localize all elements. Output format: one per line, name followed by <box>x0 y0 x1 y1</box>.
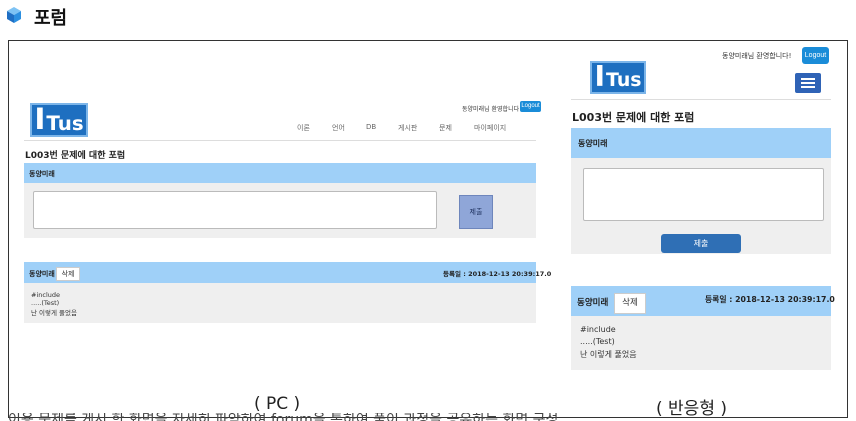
pc-comment-date: 등록일 : 2018-12-13 20:39:17.0 <box>443 270 552 278</box>
pc-comment-textarea[interactable] <box>33 191 437 229</box>
nav-item-db[interactable]: DB <box>366 123 376 131</box>
pc-submit-button[interactable]: 제출 <box>459 195 493 229</box>
mobile-logo-letter: I <box>594 60 606 94</box>
pc-comment-line-2: .....(Test) <box>31 299 60 307</box>
footer-text-partial: 이용 문제를 게시 한 화면을 자세히 파악하여 forum을 통하여 풀이 과… <box>8 413 559 421</box>
pc-comment-line-1: #include <box>31 291 60 299</box>
pc-logo-text: Tus <box>46 111 84 135</box>
nav-item-theory[interactable]: 이론 <box>297 123 310 133</box>
pc-comment-body <box>24 283 536 323</box>
pc-comment-line-3: 난 이렇게 풀었음 <box>31 309 77 317</box>
pc-author-header: 동양미래 <box>24 163 536 183</box>
mobile-comment-line-1: #include <box>580 325 616 334</box>
mobile-logo-text: Tus <box>606 69 642 92</box>
mobile-comment-date: 등록일 : 2018-12-13 20:39:17.0 <box>705 295 835 304</box>
mobile-comment-author: 동양미래 <box>577 298 609 308</box>
mobile-welcome-text: 동양미래님 환영합니다! <box>722 52 792 60</box>
mobile-post-title: L003번 문제에 대한 포럼 <box>572 111 695 124</box>
mobile-logout-button[interactable]: Logout <box>802 47 829 64</box>
pc-logout-button[interactable]: Logout <box>520 101 541 112</box>
pc-comment-author: 동양미래 <box>29 270 55 278</box>
mobile-comment-line-2: .....(Test) <box>580 337 615 346</box>
nav-item-problem[interactable]: 문제 <box>439 123 452 133</box>
mobile-author-header: 동양미래 <box>571 128 831 158</box>
pc-caption: ( PC ) <box>254 394 301 414</box>
mobile-divider <box>571 99 831 100</box>
pc-post-title: L003번 문제에 대한 포럼 <box>25 151 126 161</box>
pc-logo-letter: I <box>34 102 46 138</box>
pc-logo[interactable]: I Tus <box>30 103 88 137</box>
mobile-submit-button[interactable]: 제출 <box>661 234 741 253</box>
pc-author-name: 동양미래 <box>29 170 55 178</box>
pc-welcome-text: 동양미래님 환영합니다 <box>462 106 520 113</box>
mobile-comment-textarea[interactable] <box>583 168 824 221</box>
nav-item-board[interactable]: 게시판 <box>398 123 417 133</box>
mobile-author-name: 동양미래 <box>578 139 608 148</box>
hamburger-icon[interactable] <box>795 73 821 93</box>
mobile-comment-line-3: 난 이렇게 풀었음 <box>580 350 637 359</box>
nav-item-language[interactable]: 언어 <box>332 123 345 133</box>
mobile-delete-button[interactable]: 삭제 <box>614 293 646 314</box>
nav-item-mypage[interactable]: 마이페이지 <box>474 123 506 133</box>
page-heading: 포럼 <box>34 8 68 29</box>
cube-icon <box>7 7 21 23</box>
pc-delete-button[interactable]: 삭제 <box>56 267 80 281</box>
pc-divider <box>24 140 536 141</box>
mobile-logo[interactable]: I Tus <box>590 61 646 94</box>
